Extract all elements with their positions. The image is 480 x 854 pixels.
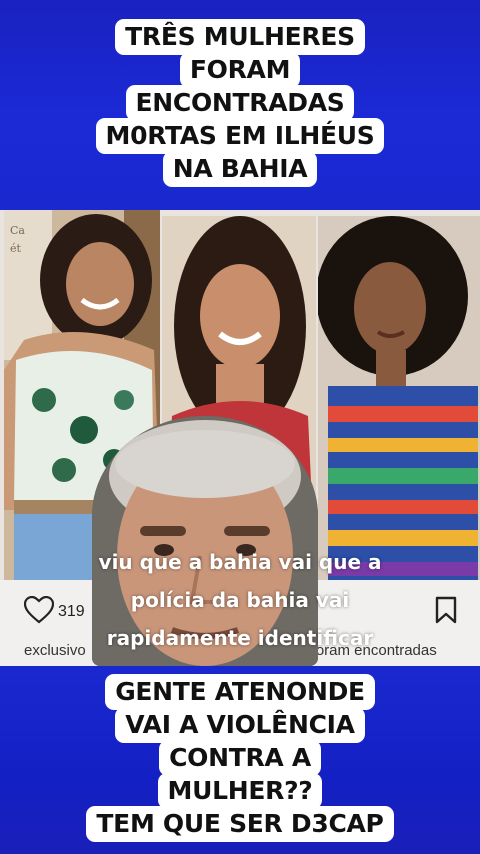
video-frame[interactable]: Ca ét 319 exclusivo s foram encontradas … (0, 210, 480, 666)
store-sign: Ca ét (10, 222, 25, 258)
top-caption-line: NA BAHIA (162, 151, 318, 187)
top-caption-line: ENCONTRADAS (125, 85, 355, 121)
bottom-caption-line: VAI A VIOLÊNCIA (115, 707, 365, 743)
subtitle-line: polícia da bahia vai (130, 588, 350, 612)
bottom-caption-line: CONTRA A (159, 740, 321, 776)
top-caption-line: M0RTAS EM ILHÉUS (95, 118, 385, 154)
bottom-caption-line: MULHER?? (157, 773, 323, 809)
woman-photo-right (318, 216, 480, 592)
bottom-caption-line: GENTE ATENONDE (105, 674, 375, 710)
top-caption-line: FORAM (179, 52, 301, 88)
bottom-caption-line: TEM QUE SER D3CAP (86, 806, 394, 842)
subtitle-line: rapidamente identificar (106, 626, 374, 650)
bottom-caption: GENTE ATENONDE VAI A VIOLÊNCIA CONTRA A … (0, 674, 480, 842)
store-sign-line: Ca (10, 224, 25, 237)
woman-right-illustration (318, 216, 480, 592)
top-caption-line: TRÊS MULHERES (115, 19, 365, 55)
top-caption: TRÊS MULHERES FORAM ENCONTRADAS M0RTAS E… (0, 19, 480, 187)
store-sign-line: ét (10, 242, 21, 255)
subtitle-line: viu que a bahia vai que a (98, 550, 382, 574)
